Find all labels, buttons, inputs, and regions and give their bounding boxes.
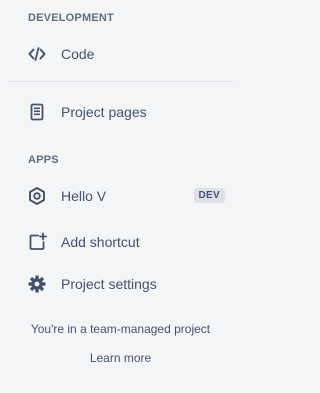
section-divider: [8, 81, 233, 82]
nav-item-project-settings-label: Project settings: [61, 276, 157, 292]
nav-item-add-shortcut-label: Add shortcut: [61, 234, 140, 250]
nav-item-project-pages[interactable]: Project pages: [0, 92, 241, 132]
nav-item-project-settings[interactable]: Project settings: [0, 264, 241, 304]
nav-item-hello-v-label: Hello V: [61, 188, 107, 204]
nav-item-project-pages-label: Project pages: [61, 104, 147, 120]
page-icon: [27, 102, 47, 122]
learn-more-link[interactable]: Learn more: [0, 351, 241, 365]
development-section-heading: DEVELOPMENT: [28, 12, 114, 24]
code-icon: [27, 44, 47, 64]
hexagon-app-icon: [27, 186, 47, 206]
nav-item-code[interactable]: Code: [0, 34, 241, 74]
dev-badge: DEV: [193, 188, 225, 203]
add-shortcut-icon: [27, 232, 47, 252]
nav-item-add-shortcut[interactable]: Add shortcut: [0, 222, 241, 262]
gear-icon: [27, 274, 47, 294]
nav-item-code-label: Code: [61, 46, 95, 62]
project-sidebar: DEVELOPMENT Code Project pages APPS Hell…: [0, 0, 241, 393]
apps-section-heading: APPS: [28, 154, 59, 166]
nav-item-hello-v[interactable]: Hello V DEV: [0, 176, 241, 216]
team-managed-note: You're in a team-managed project: [30, 322, 211, 336]
